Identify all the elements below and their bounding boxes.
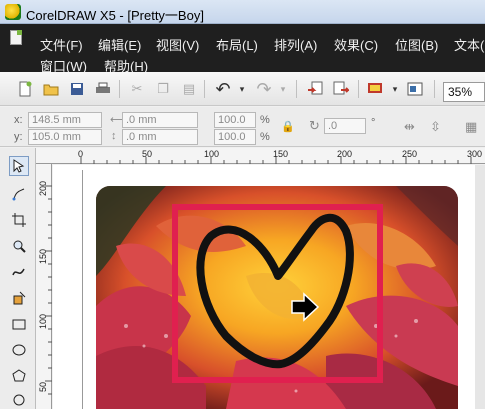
crop-tool-icon[interactable] bbox=[9, 210, 29, 230]
menu-bitmaps[interactable]: 位图(B) bbox=[395, 35, 438, 54]
import-icon[interactable] bbox=[306, 80, 324, 98]
mirror-horizontal-icon[interactable]: ⇹ bbox=[404, 119, 415, 135]
menu-text[interactable]: 文本( bbox=[454, 35, 484, 54]
percent-label: % bbox=[260, 131, 270, 143]
page-border bbox=[82, 170, 83, 409]
application-launcher-icon[interactable] bbox=[366, 80, 384, 98]
separator bbox=[434, 80, 435, 98]
vertical-scrollbar[interactable] bbox=[475, 165, 485, 409]
smart-fill-tool-icon[interactable] bbox=[9, 288, 29, 308]
print-icon[interactable] bbox=[94, 80, 112, 98]
rose-photo-image bbox=[96, 186, 458, 409]
zoom-level-input[interactable]: 35% bbox=[443, 82, 485, 102]
separator bbox=[296, 80, 297, 98]
horizontal-ruler[interactable]: 0 50 100 150 200 250 300 bbox=[36, 148, 485, 164]
percent-label: % bbox=[260, 114, 270, 126]
vertical-ruler[interactable]: 200 150 100 50 bbox=[36, 164, 52, 409]
zoom-tool-icon[interactable] bbox=[9, 236, 29, 256]
separator bbox=[119, 80, 120, 98]
cut-icon[interactable]: ✂ bbox=[128, 80, 146, 98]
export-icon[interactable] bbox=[332, 80, 350, 98]
toolbox bbox=[0, 148, 36, 409]
y-label: y: bbox=[14, 131, 23, 143]
x-label: x: bbox=[14, 114, 23, 126]
open-folder-icon[interactable] bbox=[42, 80, 60, 98]
document-icon[interactable] bbox=[10, 30, 22, 45]
width-field[interactable]: .0 mm bbox=[122, 112, 198, 128]
save-icon[interactable] bbox=[68, 80, 86, 98]
ruler-ticks bbox=[80, 157, 472, 164]
separator bbox=[358, 80, 359, 98]
y-position-field[interactable]: 105.0 mm bbox=[28, 129, 102, 145]
new-document-icon[interactable] bbox=[16, 80, 34, 98]
menu-view[interactable]: 视图(V) bbox=[156, 35, 199, 54]
height-field[interactable]: .0 mm bbox=[122, 129, 198, 145]
rose-photo[interactable] bbox=[96, 186, 458, 409]
menu-edit[interactable]: 编辑(E) bbox=[98, 35, 141, 54]
scale-width-field[interactable]: 100.0 bbox=[214, 112, 256, 128]
menu-file[interactable]: 文件(F) bbox=[40, 35, 83, 54]
paste-icon[interactable]: ▤ bbox=[180, 80, 198, 98]
ruler-ticks bbox=[45, 185, 52, 395]
launcher-dropdown-icon[interactable]: ▾ bbox=[386, 80, 404, 98]
redo-dropdown-icon[interactable]: ▾ bbox=[274, 80, 292, 98]
pick-tool-icon[interactable] bbox=[9, 156, 29, 176]
lock-ratio-icon[interactable]: 🔒 bbox=[281, 120, 295, 133]
x-position-field[interactable]: 148.5 mm bbox=[28, 112, 102, 128]
undo-dropdown-icon[interactable]: ▾ bbox=[233, 80, 251, 98]
copy-icon[interactable]: ❐ bbox=[154, 80, 172, 98]
rotation-angle-field[interactable]: .0 bbox=[324, 118, 366, 134]
degree-label: ° bbox=[371, 117, 376, 129]
undo-icon[interactable]: ↶ bbox=[214, 79, 232, 99]
rectangle-tool-icon[interactable] bbox=[9, 314, 29, 334]
shape-tool-icon[interactable] bbox=[9, 184, 29, 204]
align-icon[interactable]: ▦ bbox=[465, 119, 477, 135]
ellipse-tool-icon[interactable] bbox=[9, 340, 29, 360]
freehand-tool-icon[interactable] bbox=[9, 262, 29, 282]
polygon-tool-icon[interactable] bbox=[9, 366, 29, 386]
menu-layout[interactable]: 布局(L) bbox=[216, 35, 258, 54]
separator bbox=[204, 80, 205, 98]
window-title: CorelDRAW X5 - [Pretty一Boy] bbox=[26, 8, 204, 23]
redo-icon[interactable]: ↷ bbox=[255, 79, 273, 99]
welcome-screen-icon[interactable] bbox=[406, 80, 424, 98]
title-bar: CorelDRAW X5 - [Pretty一Boy] bbox=[0, 0, 485, 24]
standard-toolbar: ✂ ❐ ▤ ↶ ▾ ↷ ▾ ▾ bbox=[0, 72, 485, 106]
scale-height-field[interactable]: 100.0 bbox=[214, 129, 256, 145]
height-icon: ↕ bbox=[111, 130, 117, 142]
menu-bar: 文件(F) 编辑(E) 视图(V) 布局(L) 排列(A) 效果(C) 位图(B… bbox=[0, 24, 485, 74]
menu-effects[interactable]: 效果(C) bbox=[334, 35, 378, 54]
coreldraw-icon bbox=[5, 4, 21, 20]
basic-shapes-tool-icon[interactable] bbox=[9, 390, 29, 409]
menu-arrange[interactable]: 排列(A) bbox=[274, 35, 317, 54]
rotate-icon: ↻ bbox=[309, 118, 320, 133]
property-bar: x: 148.5 mm y: 105.0 mm ⟷ .0 mm ↕ .0 mm … bbox=[0, 107, 485, 147]
mirror-vertical-icon[interactable]: ⇳ bbox=[430, 119, 441, 135]
